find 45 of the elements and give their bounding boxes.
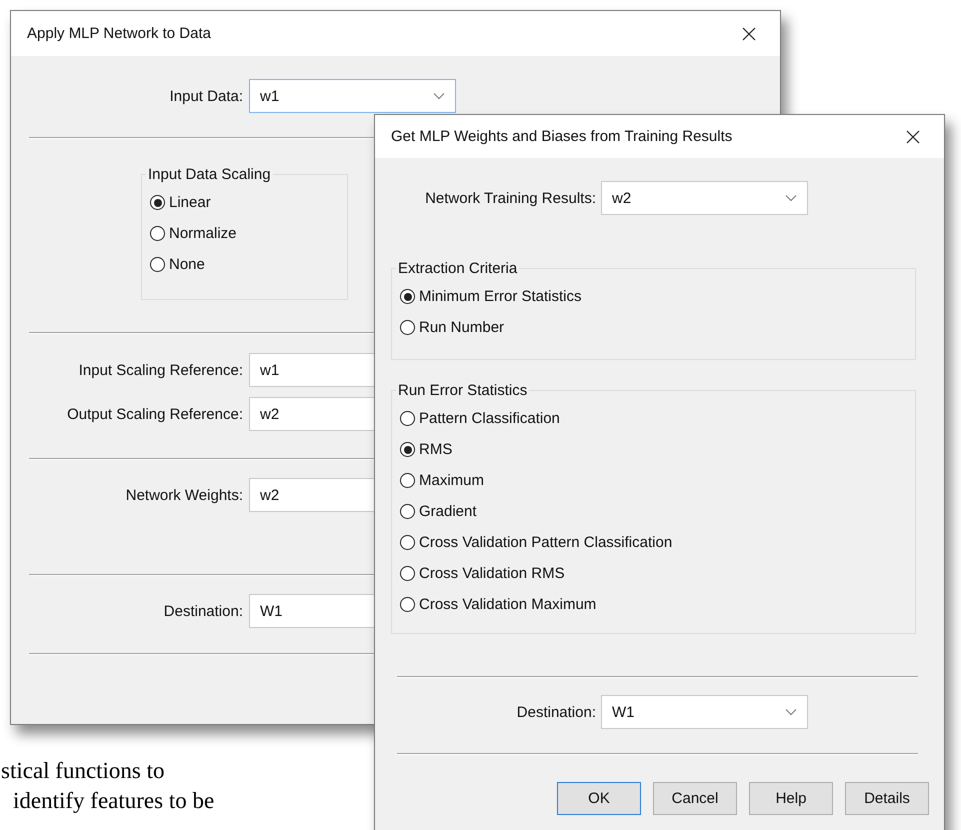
radio-button[interactable] — [400, 566, 415, 581]
field-label: Network Training Results: — [424, 190, 596, 206]
radio-button[interactable] — [400, 320, 415, 335]
chevron-down-icon — [433, 92, 445, 100]
radio-button[interactable] — [400, 535, 415, 550]
field-label: Network Weights: — [124, 486, 243, 504]
chevron-down-icon — [785, 194, 797, 202]
radio-option[interactable]: Normalize — [150, 218, 339, 249]
radio-button[interactable] — [150, 195, 165, 210]
field-label: Destination: — [516, 704, 596, 720]
field-label: Output Scaling Reference: — [66, 406, 243, 422]
group-title: Input Data Scaling — [147, 166, 272, 183]
radio-option[interactable]: Cross Validation Pattern Classification — [400, 527, 907, 558]
document-text: stical functions to — [1, 757, 166, 785]
radio-button[interactable] — [400, 411, 415, 426]
field-label: Destination: — [162, 602, 243, 620]
close-icon[interactable] — [742, 26, 756, 40]
dialog-button[interactable]: OK — [557, 782, 641, 815]
radio-option[interactable]: Cross Validation RMS — [400, 558, 907, 589]
radio-button[interactable] — [150, 226, 165, 241]
radio-button[interactable] — [400, 442, 415, 457]
dialog-button[interactable]: Help — [749, 782, 833, 815]
window-title: Get MLP Weights and Biases from Training Results — [391, 128, 732, 145]
radio-option[interactable]: Linear — [150, 187, 339, 218]
group-title: Extraction Criteria — [397, 260, 518, 277]
radio-option[interactable]: Run Number — [400, 312, 907, 343]
radio-option[interactable]: Minimum Error Statistics — [400, 281, 907, 312]
close-icon[interactable] — [906, 130, 920, 144]
dropdown-field[interactable]: w1 — [249, 79, 456, 113]
dialog-button[interactable]: Cancel — [653, 782, 737, 815]
radio-option[interactable]: RMS — [400, 434, 907, 465]
dropdown-field[interactable]: w2 — [601, 181, 808, 215]
radio-button[interactable] — [400, 473, 415, 488]
radio-button[interactable] — [400, 289, 415, 304]
radio-button[interactable] — [400, 504, 415, 519]
document-text: identify features to be — [12, 787, 214, 815]
field-label: Input Data: — [168, 88, 243, 104]
dropdown-field[interactable]: W1 — [601, 695, 808, 729]
window-title: Apply MLP Network to Data — [27, 25, 211, 42]
radio-button[interactable] — [400, 597, 415, 612]
radio-button[interactable] — [150, 257, 165, 272]
radio-option[interactable]: None — [150, 249, 339, 280]
field-label: Input Scaling Reference: — [78, 362, 243, 378]
dialog-button[interactable]: Details — [845, 782, 929, 815]
chevron-down-icon — [785, 708, 797, 716]
